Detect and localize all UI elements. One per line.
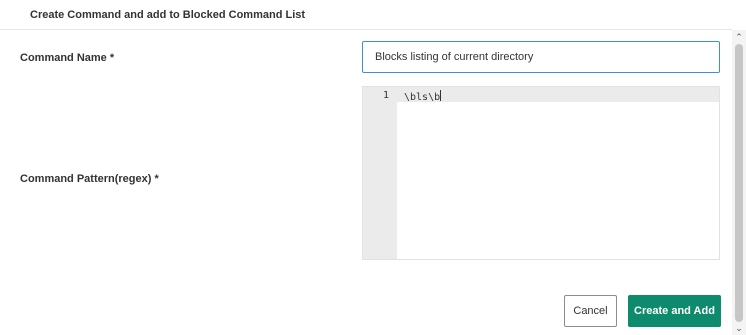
code-line-text: \bls\b [404, 92, 441, 103]
dialog-title: Create Command and add to Blocked Comman… [30, 9, 306, 21]
cancel-button[interactable]: Cancel [564, 295, 617, 327]
command-pattern-label: Command Pattern(regex) * [20, 173, 159, 185]
command-pattern-editor[interactable]: 1 \bls\b [362, 86, 720, 260]
create-command-dialog: Create Command and add to Blocked Comman… [0, 0, 746, 335]
dialog-header: Create Command and add to Blocked Comman… [0, 0, 732, 30]
active-line-highlight [397, 87, 719, 102]
chevron-up-icon[interactable]: ⌃ [732, 32, 746, 42]
editor-gutter: 1 [363, 87, 397, 259]
text-cursor [440, 90, 442, 101]
scrollbar-thumb[interactable] [735, 44, 743, 322]
command-name-label: Command Name * [20, 52, 115, 64]
line-number: 1 [382, 90, 389, 101]
vertical-scrollbar[interactable]: ⌃ ⌄ [732, 30, 746, 335]
create-and-add-button[interactable]: Create and Add [628, 295, 721, 327]
chevron-down-icon[interactable]: ⌄ [732, 323, 746, 333]
command-name-input[interactable] [362, 41, 720, 73]
code-line[interactable]: \bls\b [404, 90, 442, 103]
